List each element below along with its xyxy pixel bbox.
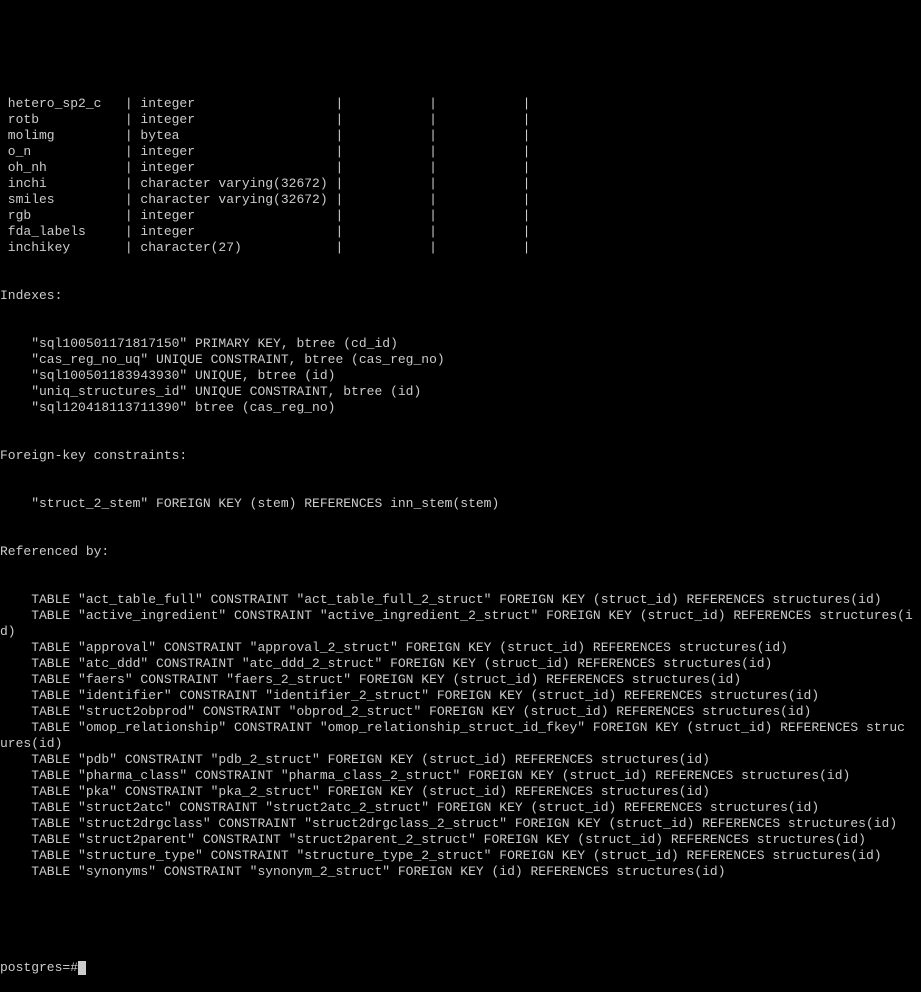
refby-entry: TABLE "pka" CONSTRAINT "pka_2_struct" FO… xyxy=(0,784,921,800)
indexes-header: Indexes: xyxy=(0,288,921,304)
column-row: o_n | integer | | | xyxy=(0,144,921,160)
index-entry: "cas_reg_no_uq" UNIQUE CONSTRAINT, btree… xyxy=(0,352,921,368)
prompt-text: postgres=# xyxy=(0,960,78,976)
fk-header: Foreign-key constraints: xyxy=(0,448,921,464)
index-entry: "sql120418113711390" btree (cas_reg_no) xyxy=(0,400,921,416)
refby-entry: d) xyxy=(0,624,921,640)
prompt-line[interactable]: postgres=# xyxy=(0,960,921,976)
column-row: rgb | integer | | | xyxy=(0,208,921,224)
refby-entry: TABLE "struct2parent" CONSTRAINT "struct… xyxy=(0,832,921,848)
column-row: oh_nh | integer | | | xyxy=(0,160,921,176)
refby-entry: TABLE "struct2atc" CONSTRAINT "struct2at… xyxy=(0,800,921,816)
refby-entry: TABLE "struct2drgclass" CONSTRAINT "stru… xyxy=(0,816,921,832)
column-row: rotb | integer | | | xyxy=(0,112,921,128)
refby-entry: TABLE "act_table_full" CONSTRAINT "act_t… xyxy=(0,592,921,608)
blank-line xyxy=(0,912,921,928)
refby-entry: TABLE "identifier" CONSTRAINT "identifie… xyxy=(0,688,921,704)
column-row: fda_labels | integer | | | xyxy=(0,224,921,240)
refby-entry: TABLE "synonyms" CONSTRAINT "synonym_2_s… xyxy=(0,864,921,880)
cursor xyxy=(78,961,86,975)
index-entry: "uniq_structures_id" UNIQUE CONSTRAINT, … xyxy=(0,384,921,400)
index-entry: "sql100501171817150" PRIMARY KEY, btree … xyxy=(0,336,921,352)
refby-entry: TABLE "pharma_class" CONSTRAINT "pharma_… xyxy=(0,768,921,784)
refby-entry: ures(id) xyxy=(0,736,921,752)
fk-entry: "struct_2_stem" FOREIGN KEY (stem) REFER… xyxy=(0,496,921,512)
column-row: hetero_sp2_c | integer | | | xyxy=(0,96,921,112)
index-entry: "sql100501183943930" UNIQUE, btree (id) xyxy=(0,368,921,384)
column-row: inchi | character varying(32672) | | | xyxy=(0,176,921,192)
column-row: smiles | character varying(32672) | | | xyxy=(0,192,921,208)
refby-entry: TABLE "struct2obprod" CONSTRAINT "obprod… xyxy=(0,704,921,720)
refby-entry: TABLE "atc_ddd" CONSTRAINT "atc_ddd_2_st… xyxy=(0,656,921,672)
refby-entry: TABLE "structure_type" CONSTRAINT "struc… xyxy=(0,848,921,864)
refby-entry: TABLE "faers" CONSTRAINT "faers_2_struct… xyxy=(0,672,921,688)
refby-entry: TABLE "active_ingredient" CONSTRAINT "ac… xyxy=(0,608,921,624)
column-row: inchikey | character(27) | | | xyxy=(0,240,921,256)
refby-entry: TABLE "approval" CONSTRAINT "approval_2_… xyxy=(0,640,921,656)
refby-header: Referenced by: xyxy=(0,544,921,560)
terminal-output[interactable]: hetero_sp2_c | integer | | | rotb | inte… xyxy=(0,64,921,692)
refby-entry: TABLE "omop_relationship" CONSTRAINT "om… xyxy=(0,720,921,736)
column-row: molimg | bytea | | | xyxy=(0,128,921,144)
refby-entry: TABLE "pdb" CONSTRAINT "pdb_2_struct" FO… xyxy=(0,752,921,768)
